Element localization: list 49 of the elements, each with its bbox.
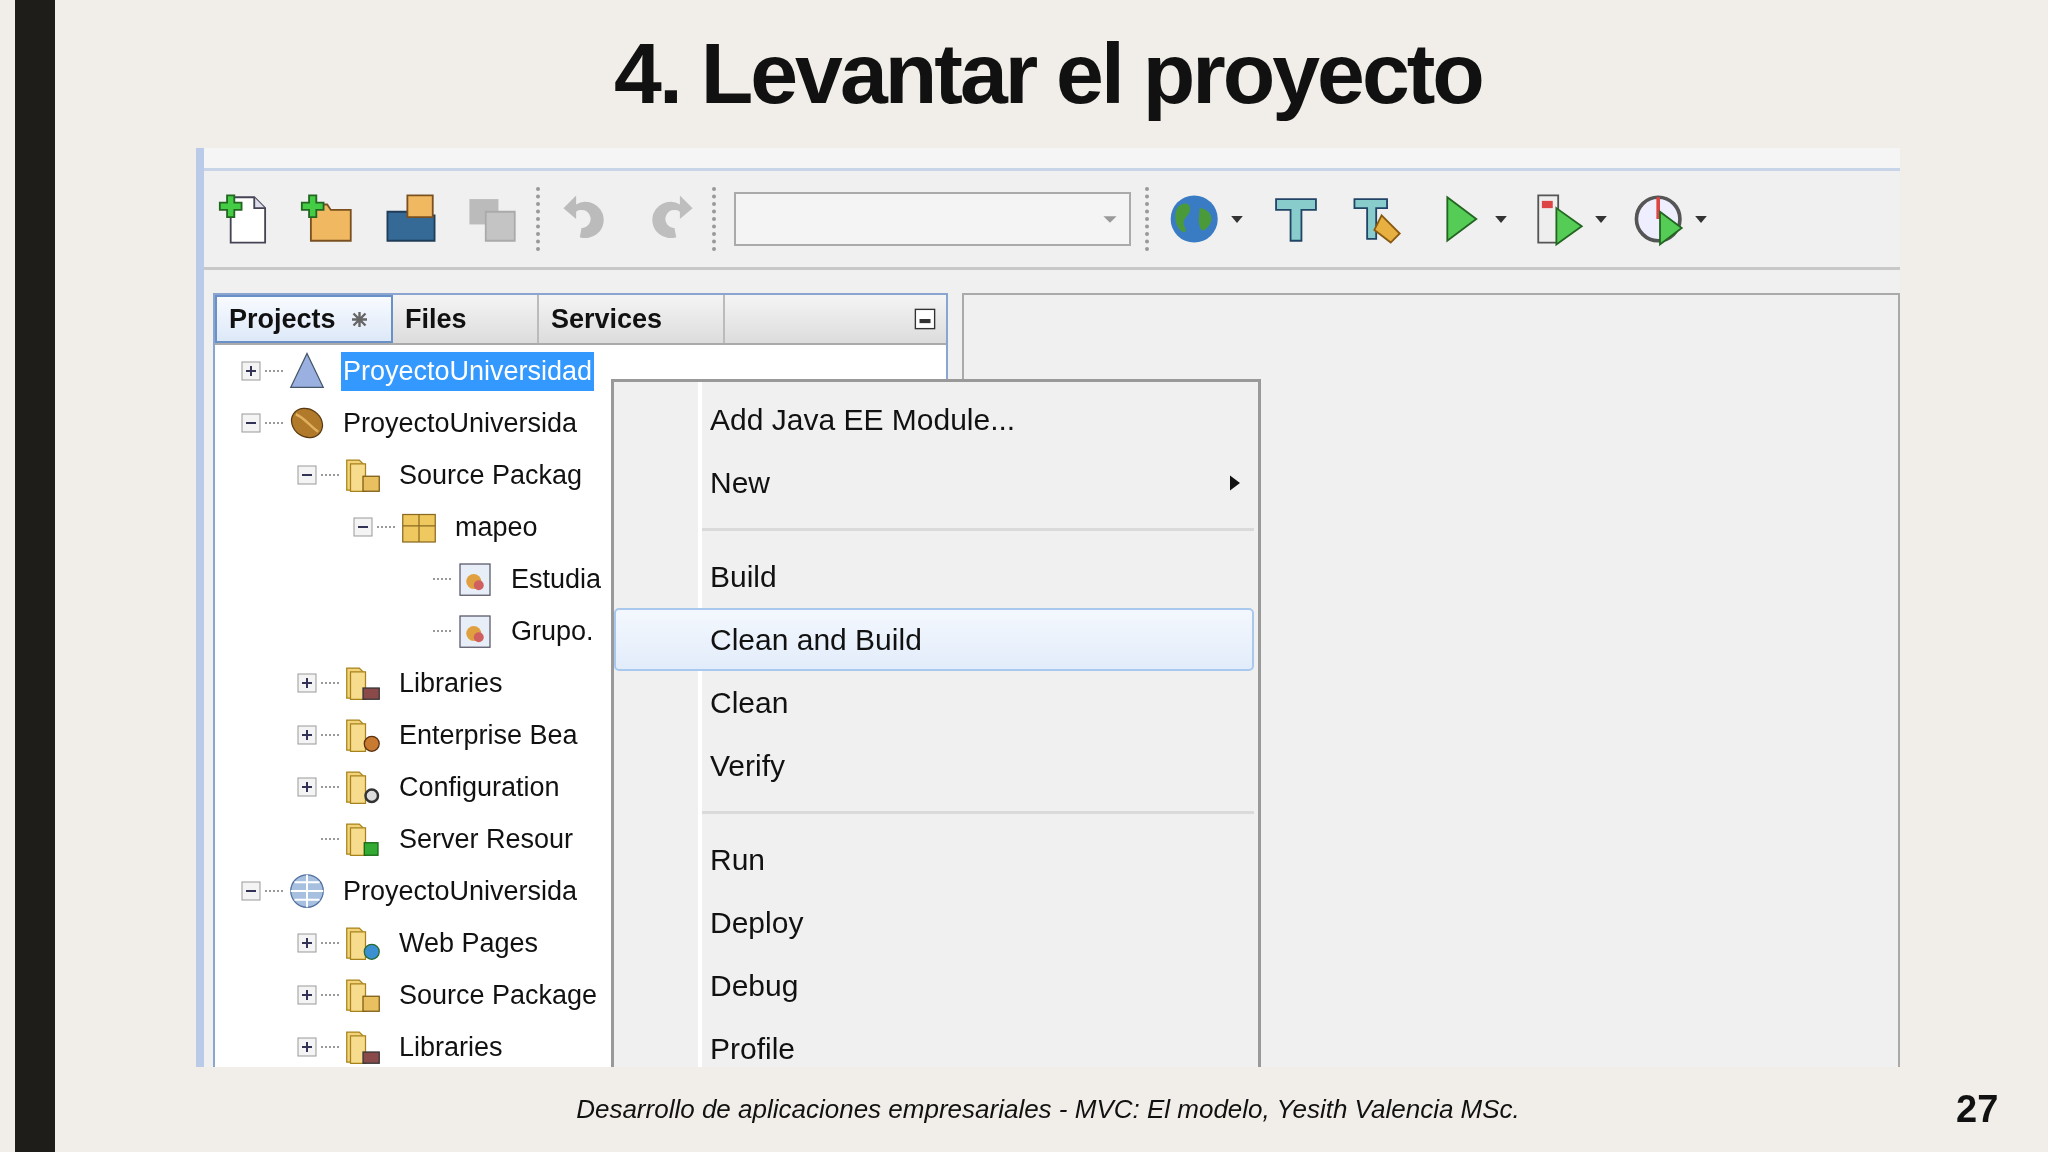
tree-item[interactable]: Libraries [397,663,505,703]
menu-item[interactable]: Profile [618,1017,1254,1067]
close-icon[interactable] [351,311,367,327]
expander-icon[interactable] [297,933,317,953]
tree-item[interactable]: Configuration [397,767,562,807]
menu-item[interactable]: Debug [618,954,1254,1017]
tree-item[interactable]: Source Package [397,975,600,1015]
tree-item[interactable]: Server Resour [397,819,576,859]
tree-item[interactable]: Estudia [509,559,604,599]
web-project-icon [287,871,327,911]
slide-footer: Desarrollo de aplicaciones empresariales - MVC: El modelo, Yesith Valencia MSc. [196,1094,1900,1125]
caret-icon [1595,215,1607,223]
caret-icon [1231,215,1243,223]
tree-item[interactable]: ProyectoUniversida [341,403,580,443]
expander-icon[interactable] [297,465,317,485]
slide-title: 4. Levantar el proyecto [614,24,1482,124]
expander-icon[interactable] [297,673,317,693]
menu-item[interactable]: Clean and Build [614,608,1254,671]
caret-icon [1695,215,1707,223]
tree-item[interactable]: Grupo. [509,611,596,651]
page-number: 27 [1956,1088,1999,1131]
panel-tab[interactable]: Projects [215,295,393,343]
expander-icon[interactable] [241,413,261,433]
menu-item[interactable]: Deploy [618,891,1254,954]
expander-icon[interactable] [297,777,317,797]
menu-item[interactable]: Run [618,828,1254,891]
tree-item[interactable]: mapeo [453,507,540,547]
panel-tab[interactable]: Services [539,295,725,343]
expander-icon[interactable] [241,881,261,901]
menu-item[interactable]: New [618,451,1254,514]
expander-icon[interactable] [297,725,317,745]
panel-tab[interactable]: Files [393,295,539,343]
expander-icon[interactable] [241,361,261,381]
expander-icon[interactable] [353,517,373,537]
menu-item[interactable]: Add Java EE Module... [618,388,1254,451]
expander-icon[interactable] [297,1037,317,1057]
tree-item[interactable]: Source Packag [397,455,585,495]
tree-item[interactable]: Enterprise Bea [397,715,580,755]
tree-item[interactable]: Web Pages [397,923,541,963]
tree-item[interactable]: ProyectoUniversida [341,871,580,911]
expander-icon[interactable] [297,985,317,1005]
tree-item[interactable]: Libraries [397,1027,505,1067]
caret-icon [1101,213,1119,225]
menu-item[interactable]: Verify [618,734,1254,797]
minimize-icon[interactable] [914,308,936,330]
menu-item[interactable]: Clean [618,671,1254,734]
menu-item[interactable]: Build [618,545,1254,608]
submenu-arrow-icon [1230,474,1240,491]
caret-icon [1495,215,1507,223]
